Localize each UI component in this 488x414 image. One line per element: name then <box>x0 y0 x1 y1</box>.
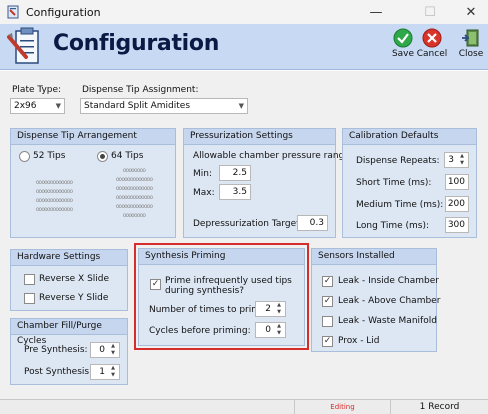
post-synthesis-stepper[interactable]: 1 ▲ ▼ <box>90 364 120 380</box>
radio-64-tips-label: 64 Tips <box>111 151 144 161</box>
long-time-label: Long Time (ms): <box>356 221 430 231</box>
title-bar: Configuration — ☐ ✕ <box>0 0 488 24</box>
group-title: Hardware Settings <box>11 250 127 266</box>
medium-time-input[interactable]: 200 <box>445 196 469 212</box>
app-icon <box>7 5 19 19</box>
page-title: Configuration <box>53 31 220 56</box>
spin-arrows-icon[interactable]: ▲ ▼ <box>457 153 467 167</box>
exit-door-icon <box>462 29 479 47</box>
highlight-box <box>134 243 309 350</box>
sensor-leak-inside-label: Leak - Inside Chamber <box>338 276 439 286</box>
reverse-y-label: Reverse Y Slide <box>39 293 109 303</box>
spin-arrows-icon[interactable]: ▲ ▼ <box>108 365 118 379</box>
dispense-tip-assignment-label: Dispense Tip Assignment: <box>82 85 199 95</box>
radio-52-tips[interactable] <box>19 151 30 162</box>
chevron-down-icon: ▼ <box>55 102 61 110</box>
min-pressure-input[interactable]: 2.5 <box>219 165 251 181</box>
pre-synthesis-stepper[interactable]: 0 ▲ ▼ <box>90 342 120 358</box>
dispense-repeats-stepper[interactable]: 3 ▲ ▼ <box>444 152 469 168</box>
sensor-leak-above-checkbox[interactable]: ✓ <box>322 296 333 307</box>
reverse-y-checkbox[interactable] <box>24 293 35 304</box>
long-time-input[interactable]: 300 <box>445 217 469 233</box>
depressurization-target-input[interactable]: 0.3 <box>297 215 328 231</box>
post-synthesis-value: 1 <box>99 367 105 377</box>
min-label: Min: <box>193 169 213 179</box>
sensor-prox-lid-checkbox[interactable]: ✓ <box>322 336 333 347</box>
allowable-pressure-label: Allowable chamber pressure range <box>193 151 350 161</box>
group-title: Dispense Tip Arrangement <box>11 129 175 145</box>
cancel-label: Cancel <box>416 49 448 59</box>
dispense-tip-assignment-value: Standard Split Amidites <box>84 101 191 111</box>
reverse-x-checkbox[interactable] <box>24 274 35 285</box>
check-icon <box>393 28 413 48</box>
close-icon: ✕ <box>465 4 477 20</box>
plate-type-label: Plate Type: <box>12 85 62 95</box>
short-time-input[interactable]: 100 <box>445 174 469 190</box>
maximize-icon: ☐ <box>424 4 436 20</box>
save-label: Save <box>391 49 415 59</box>
close-button[interactable]: Close <box>455 28 487 68</box>
radio-52-tips-label: 52 Tips <box>33 151 66 161</box>
sensor-leak-waste-checkbox[interactable] <box>322 316 333 327</box>
depressurization-target-label: Depressurization Target: <box>193 219 303 229</box>
dispense-repeats-label: Dispense Repeats: <box>356 156 440 166</box>
sensor-leak-inside-checkbox[interactable]: ✓ <box>322 276 333 287</box>
max-label: Max: <box>193 188 215 198</box>
post-synthesis-label: Post Synthesis: <box>24 367 93 377</box>
configuration-icon <box>7 27 39 64</box>
tip-pattern-52: ooooooooooooo ooooooooooooo oooooooooooo… <box>35 179 73 213</box>
pre-synthesis-value: 0 <box>99 345 105 355</box>
group-title: Sensors Installed <box>312 249 436 265</box>
short-time-label: Short Time (ms): <box>356 178 432 188</box>
minimize-button[interactable]: — <box>359 0 393 24</box>
group-title: Pressurization Settings <box>184 129 335 145</box>
group-title: Chamber Fill/Purge Cycles <box>11 319 127 346</box>
sensor-leak-above-label: Leak - Above Chamber <box>338 296 441 306</box>
chevron-down-icon: ▼ <box>238 102 244 110</box>
cancel-button[interactable]: Cancel <box>416 28 448 68</box>
plate-type-value: 2x96 <box>14 101 37 111</box>
sensor-leak-waste-label: Leak - Waste Manifold <box>338 316 437 326</box>
status-bar: Editing 1 Record <box>0 399 488 414</box>
pre-synthesis-label: Pre Synthesis: <box>24 345 88 355</box>
dispense-tip-assignment-select[interactable]: Standard Split Amidites ▼ <box>80 98 248 114</box>
save-button[interactable]: Save <box>387 28 419 68</box>
max-pressure-input[interactable]: 3.5 <box>219 184 251 200</box>
header-band: Configuration Save Cancel Close <box>0 24 488 70</box>
medium-time-label: Medium Time (ms): <box>356 200 444 210</box>
reverse-x-label: Reverse X Slide <box>39 274 110 284</box>
close-window-button[interactable]: ✕ <box>454 0 488 24</box>
radio-64-tips[interactable] <box>97 151 108 162</box>
window-title: Configuration <box>26 5 101 19</box>
sensor-prox-lid-label: Prox - Lid <box>338 336 380 346</box>
tip-pattern-64: oooooooo ooooooooooooo ooooooooooooo ooo… <box>115 167 153 219</box>
maximize-button[interactable]: ☐ <box>413 0 447 24</box>
minimize-icon: — <box>369 4 383 20</box>
dispense-repeats-value: 3 <box>448 155 454 165</box>
status-state: Editing <box>294 400 390 414</box>
spin-arrows-icon[interactable]: ▲ ▼ <box>108 343 118 357</box>
status-record-count: 1 Record <box>390 400 488 414</box>
group-title: Calibration Defaults <box>343 129 476 145</box>
plate-type-select[interactable]: 2x96 ▼ <box>10 98 65 114</box>
close-label: Close <box>458 49 484 59</box>
cancel-x-icon <box>422 28 442 48</box>
